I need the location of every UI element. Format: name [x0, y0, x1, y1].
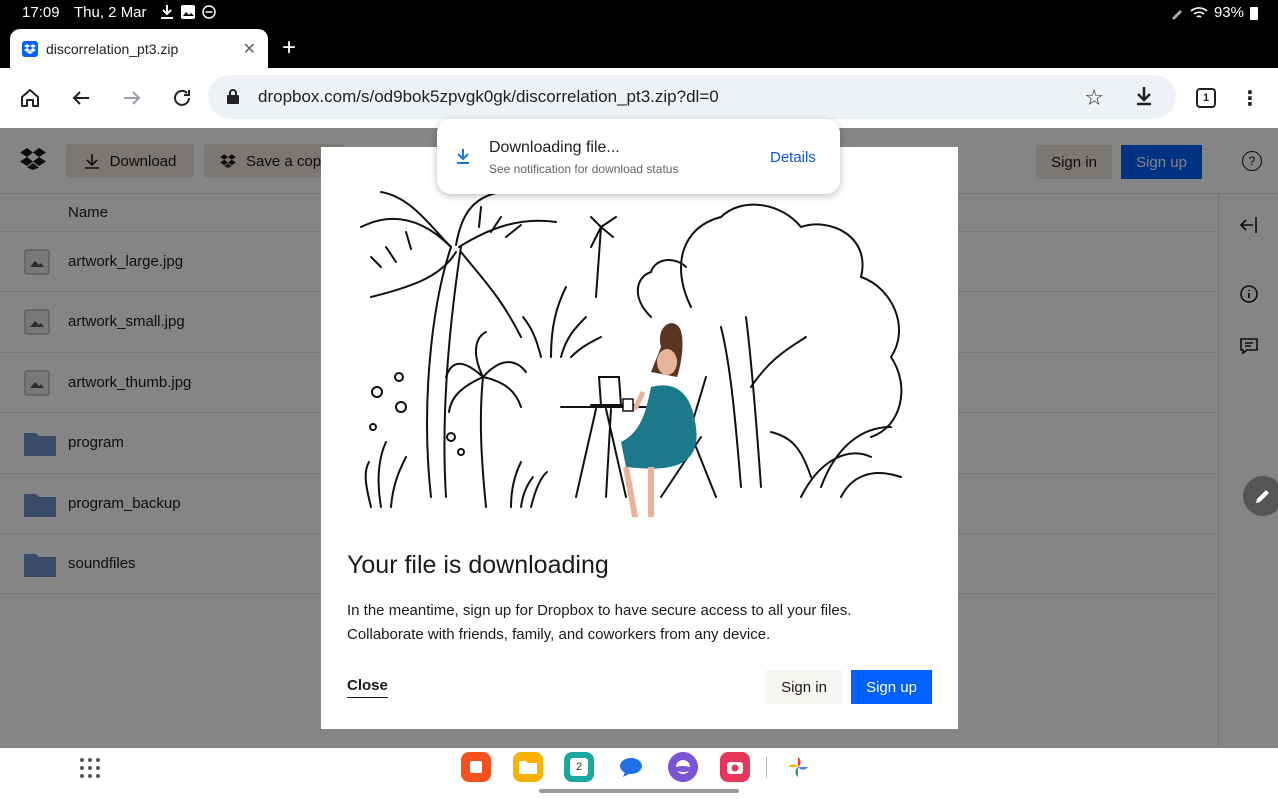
download-toast: Downloading file... See notification for… — [437, 119, 840, 194]
toast-details-button[interactable]: Details — [770, 149, 816, 166]
toast-subtitle: See notification for download status — [489, 162, 679, 176]
reload-button[interactable] — [168, 84, 196, 112]
dropbox-favicon-icon — [22, 40, 38, 57]
modal-body-line-1: In the meantime, sign up for Dropbox to … — [347, 602, 852, 619]
close-tab-icon[interactable]: ✕ — [243, 39, 256, 59]
lock-icon — [227, 89, 239, 104]
home-icon — [21, 89, 39, 107]
messages-app-icon[interactable] — [616, 752, 646, 782]
download-progress-icon — [457, 149, 469, 164]
image-notification-icon — [181, 5, 195, 19]
tab-title: discorrelation_pt3.zip — [46, 40, 179, 57]
download-notification-icon — [161, 5, 173, 19]
dock-divider — [766, 756, 767, 778]
calendar-app-icon[interactable]: 2 — [564, 752, 594, 782]
url-text[interactable]: dropbox.com/s/od9bok5zpvgk0gk/discorrela… — [258, 87, 719, 107]
modal-body-line-2: Collaborate with friends, family, and co… — [347, 626, 771, 643]
camera-app-icon[interactable] — [720, 752, 750, 782]
more-options-icon[interactable]: ⋮ — [1240, 86, 1260, 111]
tab-strip: discorrelation_pt3.zip ✕ + — [0, 26, 1278, 68]
home-indicator[interactable] — [539, 789, 739, 793]
back-button[interactable] — [67, 84, 95, 112]
files-app-icon[interactable] — [513, 752, 543, 782]
modal-signin-button[interactable]: Sign in — [766, 670, 842, 704]
download-modal: Your file is downloading In the meantime… — [321, 147, 958, 729]
home-button[interactable] — [16, 84, 44, 112]
do-not-disturb-icon — [202, 5, 216, 19]
photos-app-icon[interactable] — [783, 752, 813, 782]
calendar-day: 2 — [570, 758, 588, 776]
notes-app-icon[interactable] — [461, 752, 491, 782]
status-date: Thu, 2 Mar — [74, 4, 147, 21]
battery-icon — [1250, 6, 1258, 20]
modal-signup-button[interactable]: Sign up — [851, 670, 932, 704]
modal-title: Your file is downloading — [347, 551, 609, 579]
back-arrow-icon — [72, 91, 89, 105]
forward-button[interactable] — [118, 84, 146, 112]
address-bar[interactable]: dropbox.com/s/od9bok5zpvgk0gk/discorrela… — [208, 75, 1176, 119]
forward-arrow-icon — [124, 91, 141, 105]
toast-title: Downloading file... — [489, 139, 620, 156]
modal-close-button[interactable]: Close — [347, 677, 388, 698]
tab-switcher-button[interactable]: 1 — [1196, 88, 1216, 108]
battery-level: 93% — [1213, 4, 1244, 21]
status-bar: 17:09 Thu, 2 Mar 93% — [0, 0, 1278, 26]
download-icon[interactable] — [1134, 85, 1154, 107]
pen-icon — [1171, 9, 1182, 20]
bookmark-star-icon[interactable]: ☆ — [1084, 85, 1104, 111]
browser-tab[interactable]: discorrelation_pt3.zip ✕ — [10, 29, 268, 68]
wifi-icon — [1190, 6, 1208, 18]
pencil-icon — [1256, 490, 1269, 503]
taskbar-dock: 2 — [0, 748, 1278, 799]
garden-illustration — [360, 191, 903, 517]
app-drawer-icon[interactable] — [80, 758, 100, 778]
modal-body-text: In the meantime, sign up for Dropbox to … — [347, 599, 927, 647]
new-tab-button[interactable]: + — [282, 34, 296, 62]
edit-pencil-button[interactable] — [1243, 476, 1278, 516]
status-time: 17:09 — [22, 4, 60, 21]
reload-icon — [174, 89, 190, 106]
internet-app-icon[interactable] — [668, 752, 698, 782]
